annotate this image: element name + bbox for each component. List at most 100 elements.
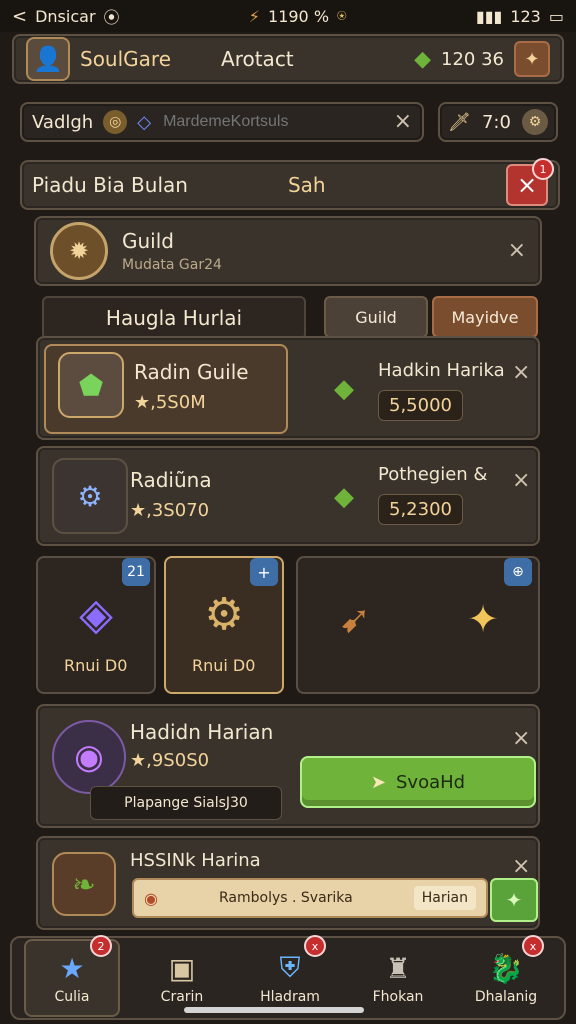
card-4-close-icon[interactable]: × [512, 856, 530, 878]
slot-2-label: Rnui D0 [192, 656, 256, 675]
green-gem-icon: ◆ [334, 482, 354, 512]
card-4-chip-text: Rambolys . Svarika [219, 890, 353, 906]
guild-crest-icon: ⬟ [58, 352, 124, 418]
guild-header-left: ✹ Guild Mudata Gar24 [50, 222, 222, 280]
green-gem-icon: ◆ [334, 374, 354, 404]
gem-count: 120 36 [441, 48, 504, 70]
breadcrumb: Piadu Bia Bulan Sah × 1 [20, 158, 560, 210]
guild-card-1[interactable]: ⬟ Radin Guile ★,5S0M ◆ Hadkin Harika 5,5… [36, 336, 540, 440]
nav-item-4[interactable]: ♜ Fhokan [352, 941, 444, 1015]
counter: 🗡 7:0 ⚙ [438, 102, 558, 142]
item-slot-3[interactable]: ➹ ✦ ⊕ [296, 556, 540, 694]
settings-icon[interactable]: ⚙ [521, 109, 548, 135]
card-4-chip: ◉ Rambolys . Svarika Harian [132, 878, 488, 918]
primary-action-label: SvoaHd [396, 771, 466, 793]
castle-icon: ♜ [385, 951, 411, 985]
header-left: 👤 SoulGare Arotact [26, 37, 294, 81]
card-1-close-icon[interactable]: × [512, 362, 530, 384]
back-icon[interactable]: < [12, 6, 27, 27]
gem-icon: ◆ [414, 46, 432, 72]
nav-label-3: Hladram [260, 989, 320, 1005]
slot-1-corner-badge: 21 [122, 558, 150, 586]
horn-icon: ➹ [339, 597, 371, 641]
coin-icon: ◎ [103, 110, 128, 134]
section-title-text: Haugla Hurlai [105, 306, 243, 330]
nav-badge-1: 2 [90, 935, 112, 957]
search-left-label: Vadlgh [32, 111, 94, 133]
item-slot-1[interactable]: ◈ 21 Rnui D0 [36, 556, 156, 694]
guild-card-3[interactable]: ◉ Hadidn Harian ★,9S0S0 Plapange SialsJ3… [36, 704, 540, 828]
header-right: ◆ 120 36 ✦ [414, 41, 550, 77]
status-left: < Dnsicar ⦿ [12, 4, 120, 28]
card-4-tag: Harian [413, 886, 476, 910]
header-title-1: SoulGare [80, 47, 172, 71]
breadcrumb-left[interactable]: Piadu Bia Bulan [32, 173, 188, 197]
helmet-icon: ⛨ [279, 951, 301, 984]
guild-subtitle: Mudata Gar24 [122, 257, 222, 273]
card-3-value: ★,9S0S0 [130, 750, 210, 771]
card-3-name: Hadidn Harian [130, 720, 274, 744]
counter-value: 7:0 [481, 111, 511, 133]
nav-item-5[interactable]: 🐉 Dhalanig x [460, 935, 552, 1015]
nav-label-4: Fhokan [372, 988, 424, 1005]
close-button[interactable]: × 1 [506, 158, 554, 206]
confirm-button[interactable]: ✦ [490, 878, 538, 922]
star-icon: ★ [59, 951, 85, 985]
item-slot-2[interactable]: ⚙ + Rnui D0 [164, 556, 284, 694]
card-2-name: Radiũna [130, 468, 212, 492]
coin-icon: ⍟ [337, 6, 347, 25]
primary-action-button[interactable]: ➤ SvoaHd [300, 756, 536, 808]
guild-title: Guild [122, 229, 174, 253]
crystal-shard-icon: ◈ [79, 588, 113, 640]
card-1-name: Radin Guile [134, 360, 249, 384]
breadcrumb-right[interactable]: Sah [288, 173, 326, 197]
guild-header-close-icon[interactable]: × [508, 240, 526, 262]
nav-item-2[interactable]: ▣ Crarin [136, 941, 228, 1015]
home-indicator[interactable] [184, 1007, 364, 1013]
power-icon: ⚡ [248, 6, 261, 26]
card-4-name: HSSINk Harina [130, 850, 261, 871]
crystal-icon: ◇ [137, 111, 152, 133]
search-input[interactable] [161, 112, 384, 132]
status-right: ▮▮▮ 123 ▭ [476, 7, 564, 26]
card-1-value: ★,5S0M [134, 392, 206, 413]
gear-crest-icon: ⚙ [52, 458, 128, 534]
guild-card-4[interactable]: ❧ HSSINk Harina ◉ Rambolys . Svarika Har… [36, 836, 540, 930]
status-left-text: Dnsicar [35, 6, 96, 26]
avatar[interactable]: 👤 [26, 37, 70, 81]
tab-guild-label: Guild [355, 307, 397, 327]
card-2-close-icon[interactable]: × [512, 470, 530, 492]
breadcrumb-items: Piadu Bia Bulan Sah [32, 173, 326, 197]
gear-item-icon: ⚙ [204, 588, 244, 640]
card-2-right-value: 5,2300 [378, 494, 463, 525]
card-2-right-name: Pothegien & [378, 464, 488, 485]
chest-icon: ▣ [168, 951, 196, 985]
clear-search-icon[interactable]: × [394, 111, 412, 133]
tab-active-label: Mayidve [451, 307, 519, 327]
signal-icon: ▮▮▮ [475, 6, 503, 26]
card-3-chip: Plapange SialsJ30 [90, 786, 282, 820]
shop-button[interactable]: ✦ [514, 41, 550, 77]
nav-badge-3: x [304, 935, 326, 957]
battery-icon: ▭ [548, 6, 564, 26]
notification-badge: 1 [532, 158, 554, 180]
purple-gem-icon: ◉ [52, 720, 126, 794]
tab-active[interactable]: Mayidve [432, 296, 538, 338]
guild-emblem-icon: ✹ [50, 222, 108, 280]
status-center: ⚡ 1190 % ⍟ [249, 6, 347, 26]
card-1-right-name: Hadkin Harika [378, 360, 505, 381]
guild-card-2[interactable]: ⚙ Radiũna ★,3S070 ◆ Pothegien & 5,2300 … [36, 446, 540, 546]
status-center-text: 1190 % [268, 6, 330, 26]
search-bar: Vadlgh ◎ ◇ × [20, 102, 424, 142]
status-bar: < Dnsicar ⦿ ⚡ 1190 % ⍟ ▮▮▮ 123 ▭ [0, 0, 576, 32]
card-3-close-icon[interactable]: × [512, 728, 530, 750]
status-right-text: 123 [510, 6, 541, 26]
star-crystal-icon: ✦ [467, 597, 499, 641]
tab-guild[interactable]: Guild [324, 296, 428, 338]
nav-item-3[interactable]: ⛨ Hladram x [244, 935, 336, 1015]
card-2-value: ★,3S070 [130, 500, 210, 521]
slot-1-label: Rnui D0 [64, 656, 128, 675]
dragon-icon: 🐉 [488, 951, 524, 985]
nav-item-1[interactable]: ★ Culia 2 [24, 935, 120, 1017]
section-title: Haugla Hurlai [42, 296, 306, 340]
